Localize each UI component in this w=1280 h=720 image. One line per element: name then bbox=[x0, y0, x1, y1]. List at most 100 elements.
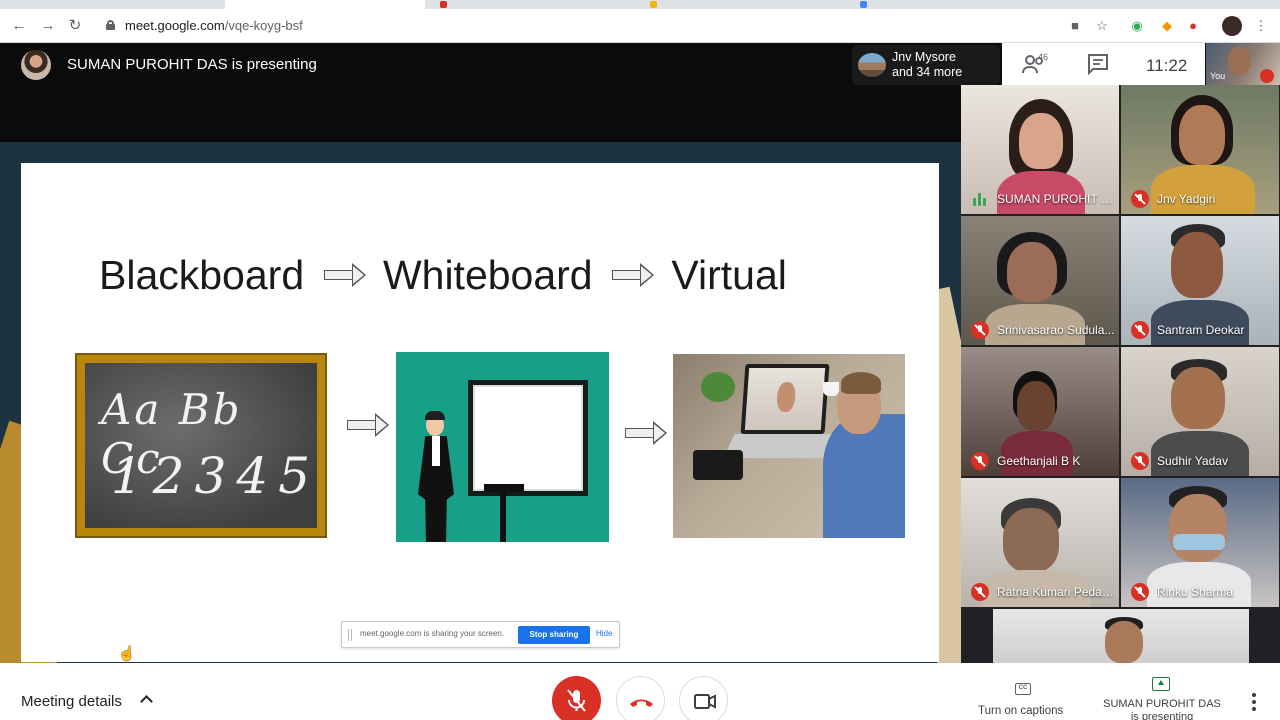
whiteboard bbox=[468, 380, 588, 496]
chalk-numbers: 12345 bbox=[111, 447, 321, 505]
participant-face bbox=[1171, 232, 1223, 298]
participant-tile[interactable]: Rinku Sharma bbox=[1121, 478, 1279, 607]
closed-captions-icon: CC bbox=[1015, 683, 1031, 695]
participant-mask bbox=[1173, 534, 1225, 550]
camera-toggle-button[interactable] bbox=[679, 676, 728, 720]
participant-tile[interactable]: Sudhir Yadav bbox=[1121, 347, 1279, 476]
participant-tile[interactable]: SUMAN PUROHIT D... bbox=[961, 85, 1119, 214]
mic-off-icon bbox=[1131, 190, 1149, 208]
tab-favicon-icon bbox=[440, 1, 447, 8]
participant-tile[interactable]: Jnv Yadgiri bbox=[1121, 85, 1279, 214]
participant-face bbox=[1019, 113, 1063, 169]
share-message: meet.google.com is sharing your screen. bbox=[360, 629, 505, 638]
screen-share-bar: meet.google.com is sharing your screen. … bbox=[341, 621, 620, 648]
right-arrow-icon bbox=[347, 413, 391, 437]
browser-menu-icon[interactable]: ⋮ bbox=[1252, 17, 1270, 35]
mic-off-icon bbox=[971, 583, 989, 601]
participant-label: Rinku Sharma bbox=[1121, 583, 1279, 601]
participant-face bbox=[1105, 621, 1143, 663]
right-arrow-icon bbox=[625, 421, 669, 445]
browser-tab-active[interactable] bbox=[225, 0, 425, 9]
present-label: SUMAN PUROHIT DAS is presenting bbox=[1094, 698, 1230, 720]
laptop bbox=[740, 364, 830, 434]
camera-in-use-icon[interactable]: ■ bbox=[1066, 17, 1084, 35]
captions-label: Turn on captions bbox=[978, 705, 1064, 717]
participant-label: SUMAN PUROHIT D... bbox=[961, 190, 1119, 208]
participant-label: Srinivasarao Sudula... bbox=[961, 321, 1119, 339]
participants-line2: and 34 more bbox=[892, 65, 963, 79]
browser-tabstrip bbox=[0, 0, 1280, 9]
heading-word-whiteboard: Whiteboard bbox=[382, 251, 593, 298]
participant-name: Sudhir Yadav bbox=[1157, 454, 1228, 468]
hide-button[interactable]: Hide bbox=[596, 629, 612, 638]
drag-handle-icon[interactable] bbox=[348, 629, 352, 641]
participant-label: Santram Deokar bbox=[1121, 321, 1279, 339]
url-host: meet.google.com bbox=[125, 18, 225, 33]
omnibox[interactable]: meet.google.com/vqe-koyg-bsf bbox=[96, 13, 1096, 39]
blackboard-image: Aa Bb Cc 12345 bbox=[75, 353, 327, 538]
participants-chip[interactable]: Jnv Mysore and 34 more bbox=[852, 45, 1000, 85]
more-options-icon[interactable] bbox=[1248, 693, 1260, 713]
right-arrow-icon bbox=[612, 263, 656, 288]
speaking-indicator-icon bbox=[973, 193, 989, 206]
extension-off-icon[interactable]: ◆ bbox=[1158, 17, 1176, 35]
participant-label: Sudhir Yadav bbox=[1121, 452, 1279, 470]
student-hair bbox=[841, 372, 881, 394]
slide: Blackboard Whiteboard Virtual Aa Bb Cc 1… bbox=[21, 163, 939, 662]
participant-face bbox=[1169, 494, 1227, 562]
chat-icon[interactable] bbox=[1086, 53, 1110, 75]
participant-tile[interactable]: Santram Deokar bbox=[1121, 216, 1279, 345]
participant-tile[interactable]: Ratna Kumari Pedap... bbox=[961, 478, 1119, 607]
self-video-tile[interactable]: You bbox=[1206, 43, 1280, 85]
participant-name: Srinivasarao Sudula... bbox=[997, 323, 1115, 337]
present-now-button[interactable]: SUMAN PUROHIT DAS is presenting bbox=[1094, 675, 1230, 720]
participant-tile[interactable] bbox=[993, 609, 1249, 663]
participant-face bbox=[1171, 367, 1225, 429]
tab-favicon-icon bbox=[650, 1, 657, 8]
presenter-hair bbox=[425, 411, 445, 420]
profile-avatar[interactable] bbox=[1222, 16, 1242, 36]
extension-globe-icon[interactable]: ◉ bbox=[1128, 17, 1146, 35]
participant-label: Jnv Yadgiri bbox=[1121, 190, 1279, 208]
participant-tile[interactable]: Geethanjali B K bbox=[961, 347, 1119, 476]
leave-call-button[interactable] bbox=[616, 676, 665, 720]
extension-red-icon[interactable]: ● bbox=[1184, 17, 1202, 35]
reload-icon[interactable]: ↻ bbox=[65, 16, 85, 36]
clock: 11:22 bbox=[1146, 56, 1188, 75]
mic-off-icon bbox=[971, 321, 989, 339]
participant-face bbox=[1017, 381, 1055, 431]
presenter-shirt bbox=[432, 436, 440, 466]
mic-off-icon bbox=[1260, 69, 1274, 83]
virtual-class-image bbox=[673, 354, 905, 538]
captions-button[interactable]: CC Turn on captions bbox=[970, 681, 1076, 720]
chevron-up-icon[interactable] bbox=[140, 695, 153, 708]
stop-sharing-button[interactable]: Stop sharing bbox=[518, 626, 590, 644]
participant-face bbox=[1179, 105, 1225, 165]
meeting-details-button[interactable]: Meeting details bbox=[21, 693, 122, 710]
camera bbox=[693, 450, 743, 480]
url-path: /vqe-koyg-bsf bbox=[224, 18, 303, 33]
participant-label: Ratna Kumari Pedap... bbox=[961, 583, 1119, 601]
participant-face bbox=[1007, 242, 1057, 302]
bookmark-star-icon[interactable]: ☆ bbox=[1093, 17, 1111, 35]
forward-arrow-icon[interactable]: → bbox=[38, 16, 58, 36]
presenting-title: SUMAN PUROHIT DAS is presenting bbox=[67, 56, 317, 73]
right-arrow-icon bbox=[323, 263, 368, 288]
participant-tile[interactable]: Srinivasarao Sudula... bbox=[961, 216, 1119, 345]
participant-name: Ratna Kumari Pedap... bbox=[997, 585, 1117, 599]
mic-off-icon bbox=[1131, 583, 1149, 601]
present-screen-icon bbox=[1152, 677, 1170, 691]
camera-icon bbox=[694, 694, 716, 709]
participant-avatar bbox=[858, 53, 886, 77]
back-arrow-icon[interactable]: ← bbox=[9, 16, 29, 36]
participants-line1: Jnv Mysore bbox=[892, 50, 956, 64]
microphone-toggle-button[interactable] bbox=[552, 676, 601, 720]
mic-off-icon bbox=[1131, 321, 1149, 339]
coffee-cup bbox=[823, 382, 839, 396]
participant-label: Geethanjali B K bbox=[961, 452, 1119, 470]
participant-name: Jnv Yadgiri bbox=[1157, 192, 1216, 206]
heading-word-blackboard: Blackboard bbox=[99, 251, 305, 298]
self-label: You bbox=[1210, 71, 1226, 81]
participant-name: Geethanjali B K bbox=[997, 454, 1081, 468]
present-label-line1: SUMAN PUROHIT DAS bbox=[1103, 698, 1221, 710]
